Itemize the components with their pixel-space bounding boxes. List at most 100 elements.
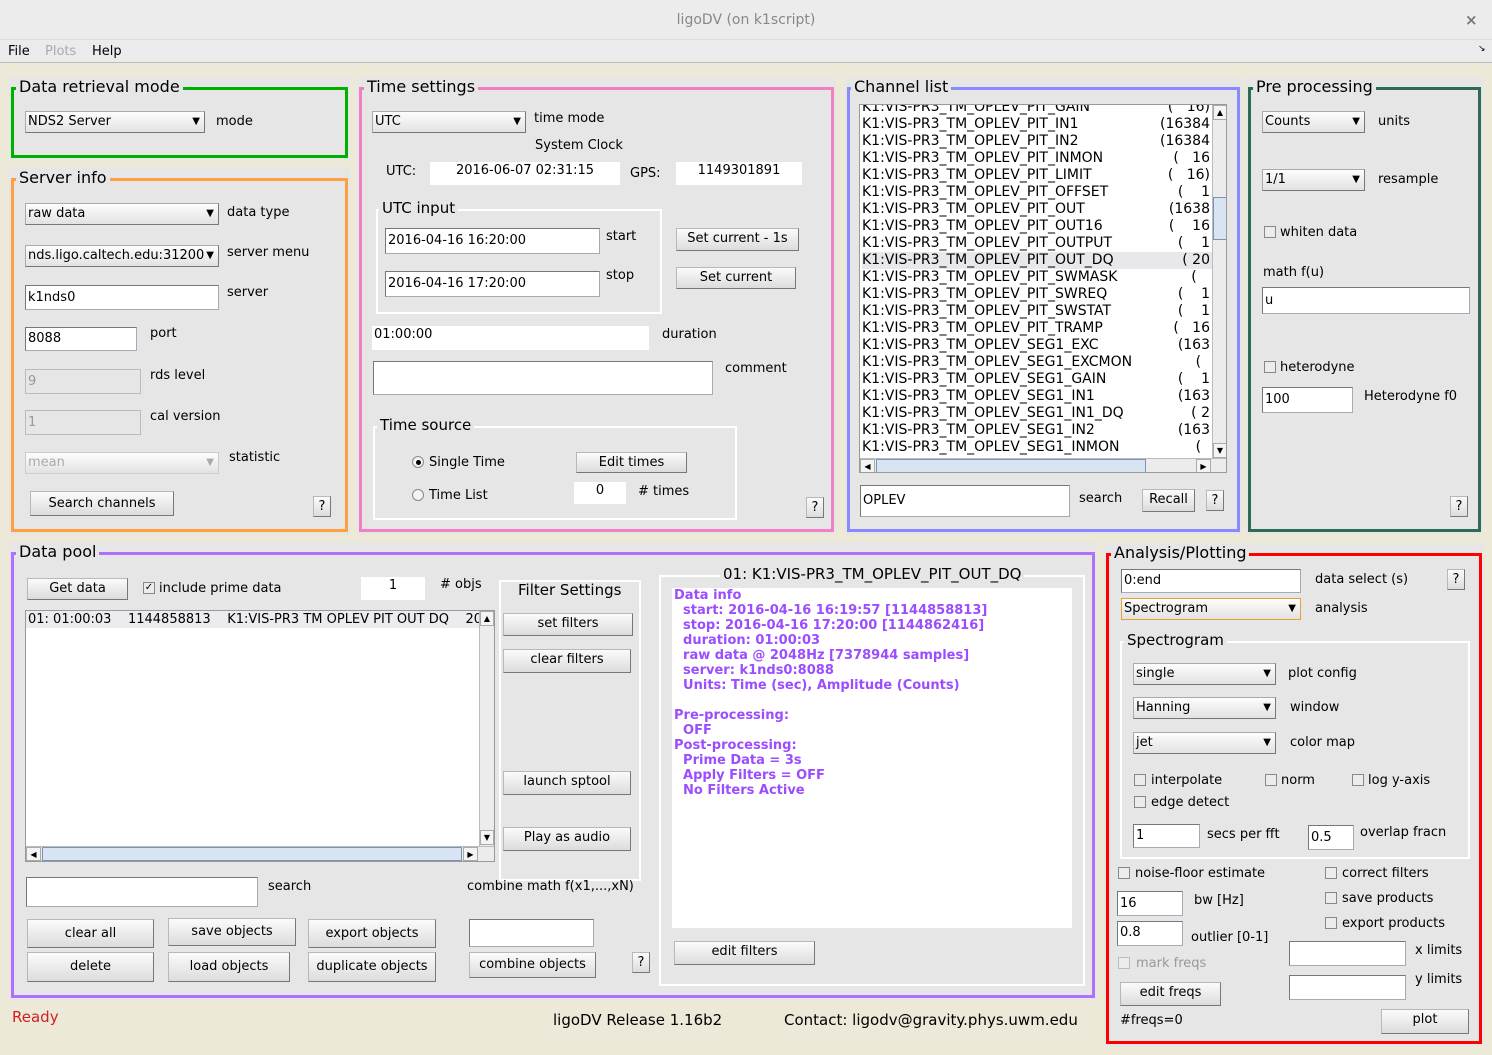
channel-list-item[interactable]: K1:VIS-PR3_TM_OPLEV_SEG1_IN1 (163 — [862, 388, 1212, 405]
start-time-input[interactable]: 2016-04-16 16:20:00 — [385, 228, 600, 254]
get-data-button[interactable]: Get data — [27, 578, 128, 600]
edit-times-button[interactable]: Edit times — [576, 452, 687, 473]
export-products-checkbox[interactable] — [1325, 917, 1337, 929]
data-select-input[interactable]: 0:end — [1121, 569, 1301, 593]
search-channels-button[interactable]: Search channels — [30, 491, 174, 516]
heterodyne-checkbox[interactable] — [1264, 361, 1276, 373]
bw-input[interactable]: 16 — [1117, 891, 1183, 916]
scroll-left-icon[interactable]: ◀ — [860, 459, 875, 472]
export-objects-button[interactable]: export objects — [308, 919, 436, 948]
pool-hscrollbar[interactable]: ◀ ▶ — [26, 846, 494, 861]
scroll-thumb[interactable] — [1213, 197, 1226, 240]
server-menu-dropdown[interactable]: nds.ligo.caltech.edu:31200 ▼ — [25, 245, 219, 267]
channel-list-item[interactable]: K1:VIS-PR3_TM_OPLEV_PIT_TRAMP ( 16 — [862, 320, 1212, 337]
plot-button[interactable]: plot — [1381, 1009, 1469, 1034]
correct-filters-checkbox[interactable] — [1325, 867, 1337, 879]
outlier-input[interactable]: 0.8 — [1117, 921, 1183, 946]
hscroll-thumb[interactable] — [876, 459, 1146, 472]
scroll-right-icon[interactable]: ▶ — [1196, 459, 1211, 472]
time-mode-dropdown[interactable]: UTC ▼ — [372, 111, 526, 133]
analysis-dropdown[interactable]: Spectrogram ▼ — [1121, 598, 1301, 620]
channel-list-item[interactable]: K1:VIS-PR3_TM_OPLEV_PIT_OUT16 ( 16 — [862, 218, 1212, 235]
server-help-button[interactable]: ? — [313, 496, 331, 517]
channel-list-item[interactable]: K1:VIS-PR3_TM_OPLEV_SEG1_IN2 (163 — [862, 422, 1212, 439]
channel-listbox[interactable]: K1:VIS-PR3_TM_OPLEV_PIT_GAIN( 16) K1:VIS-… — [859, 104, 1227, 473]
set-filters-button[interactable]: set filters — [503, 613, 633, 636]
channel-list-item[interactable]: K1:VIS-PR3_TM_OPLEV_PIT_OUT_DQ ( 20 — [862, 252, 1212, 269]
channel-list-item[interactable]: K1:VIS-PR3_TM_OPLEV_PIT_INMON ( 16 — [862, 150, 1212, 167]
close-icon[interactable]: × — [1465, 11, 1478, 29]
pool-help-button[interactable]: ? — [632, 952, 650, 973]
scroll-left-icon[interactable]: ◀ — [26, 847, 41, 861]
duration-input[interactable]: 01:00:00 — [372, 326, 649, 350]
clear-filters-button[interactable]: clear filters — [503, 649, 631, 673]
window-dropdown[interactable]: Hanning ▼ — [1133, 697, 1276, 719]
channel-list-item[interactable]: K1:VIS-PR3_TM_OPLEV_SEG1_EXCMON ( — [862, 354, 1212, 371]
channel-help-button[interactable]: ? — [1206, 490, 1224, 511]
pool-search-input[interactable] — [26, 877, 258, 907]
channel-list-item[interactable]: K1:VIS-PR3_TM_OPLEV_PIT_LIMIT ( 16) — [862, 167, 1212, 184]
units-dropdown[interactable]: Counts ▼ — [1262, 111, 1365, 133]
channel-list-item[interactable]: K1:VIS-PR3_TM_OPLEV_SEG1_INMON ( — [862, 439, 1212, 456]
menu-file[interactable]: File — [8, 44, 30, 59]
clear-all-button[interactable]: clear all — [27, 919, 154, 948]
time-list-radio[interactable] — [412, 489, 424, 501]
scroll-right-icon[interactable]: ▶ — [463, 847, 478, 861]
log-y-checkbox[interactable] — [1352, 774, 1364, 786]
channel-list-item[interactable]: K1:VIS-PR3_TM_OPLEV_SEG1_EXC (163 — [862, 337, 1212, 354]
mode-dropdown[interactable]: NDS2 Server ▼ — [25, 111, 205, 133]
play-audio-button[interactable]: Play as audio — [503, 827, 631, 851]
resample-dropdown[interactable]: 1/1 ▼ — [1262, 169, 1365, 191]
statistic-dropdown[interactable]: mean ▼ — [25, 452, 219, 474]
objs-count-input[interactable]: 1 — [361, 577, 425, 600]
x-limits-input[interactable] — [1289, 941, 1406, 966]
channel-list-item[interactable]: K1:VIS-PR3_TM_OPLEV_PIT_OUTPUT ( 1 — [862, 235, 1212, 252]
channel-hscrollbar[interactable]: ◀ ▶ — [860, 458, 1226, 472]
times-count-input[interactable]: 0 — [574, 482, 626, 504]
include-prime-checkbox[interactable]: ✓ — [143, 582, 155, 594]
single-time-radio[interactable] — [412, 456, 424, 468]
edge-detect-checkbox[interactable] — [1134, 796, 1146, 808]
overlap-input[interactable]: 0.5 — [1308, 825, 1354, 850]
channel-list-item[interactable]: K1:VIS-PR3_TM_OPLEV_PIT_SWREQ ( 1 — [862, 286, 1212, 303]
analysis-help-button[interactable]: ? — [1447, 569, 1465, 590]
channel-vscrollbar[interactable]: ▲ ▼ — [1212, 105, 1226, 459]
set-current-minus-1s-button[interactable]: Set current - 1s — [676, 228, 799, 251]
channel-list-item[interactable]: K1:VIS-PR3_TM_OPLEV_PIT_GAIN ( 16) — [862, 105, 1212, 116]
heterodyne-f0-input[interactable]: 100 — [1262, 387, 1353, 413]
combine-objects-button[interactable]: combine objects — [469, 952, 596, 978]
time-help-button[interactable]: ? — [806, 497, 824, 518]
duplicate-objects-button[interactable]: duplicate objects — [308, 952, 436, 982]
pool-vscrollbar[interactable]: ▲ ▼ — [479, 611, 494, 846]
load-objects-button[interactable]: load objects — [168, 952, 290, 982]
edit-freqs-button[interactable]: edit freqs — [1120, 982, 1221, 1006]
secs-per-fft-input[interactable]: 1 — [1133, 824, 1200, 848]
save-objects-button[interactable]: save objects — [168, 918, 296, 946]
server-input[interactable]: k1nds0 — [25, 285, 219, 310]
scroll-up-icon[interactable]: ▲ — [480, 611, 494, 626]
menu-overflow-icon[interactable]: ↘ — [1478, 44, 1486, 54]
recall-button[interactable]: Recall — [1142, 489, 1195, 512]
menu-plots[interactable]: Plots — [45, 44, 76, 59]
plot-config-dropdown[interactable]: single ▼ — [1133, 663, 1276, 685]
noise-floor-checkbox[interactable] — [1118, 867, 1130, 879]
scroll-up-icon[interactable]: ▲ — [1213, 105, 1226, 120]
y-limits-input[interactable] — [1289, 975, 1406, 1000]
norm-checkbox[interactable] — [1265, 774, 1277, 786]
channel-list-item[interactable]: K1:VIS-PR3_TM_OPLEV_PIT_OFFSET ( 1 — [862, 184, 1212, 201]
scroll-down-icon[interactable]: ▼ — [1213, 443, 1226, 458]
scroll-down-icon[interactable]: ▼ — [480, 830, 494, 845]
channel-search-input[interactable]: OPLEV — [860, 485, 1070, 517]
channel-list-item[interactable]: K1:VIS-PR3_TM_OPLEV_SEG1_IN1_DQ ( 2 — [862, 405, 1212, 422]
delete-button[interactable]: delete — [27, 952, 154, 982]
channel-list-item[interactable]: K1:VIS-PR3_TM_OPLEV_PIT_SWSTAT ( 1 — [862, 303, 1212, 320]
set-current-button[interactable]: Set current — [676, 267, 796, 289]
color-map-dropdown[interactable]: jet ▼ — [1133, 732, 1276, 754]
menu-help[interactable]: Help — [92, 44, 122, 59]
save-products-checkbox[interactable] — [1325, 892, 1337, 904]
data-pool-listbox[interactable]: 01: 01:00:03 1144858813 K1:VIS-PR3 TM OP… — [25, 610, 495, 862]
channel-list-item[interactable]: K1:VIS-PR3_TM_OPLEV_PIT_IN2 (16384 — [862, 133, 1212, 150]
pool-list-item[interactable]: 01: 01:00:03 1144858813 K1:VIS-PR3 TM OP… — [26, 611, 479, 628]
hscroll-thumb[interactable] — [42, 847, 462, 861]
launch-sptool-button[interactable]: launch sptool — [503, 771, 631, 795]
